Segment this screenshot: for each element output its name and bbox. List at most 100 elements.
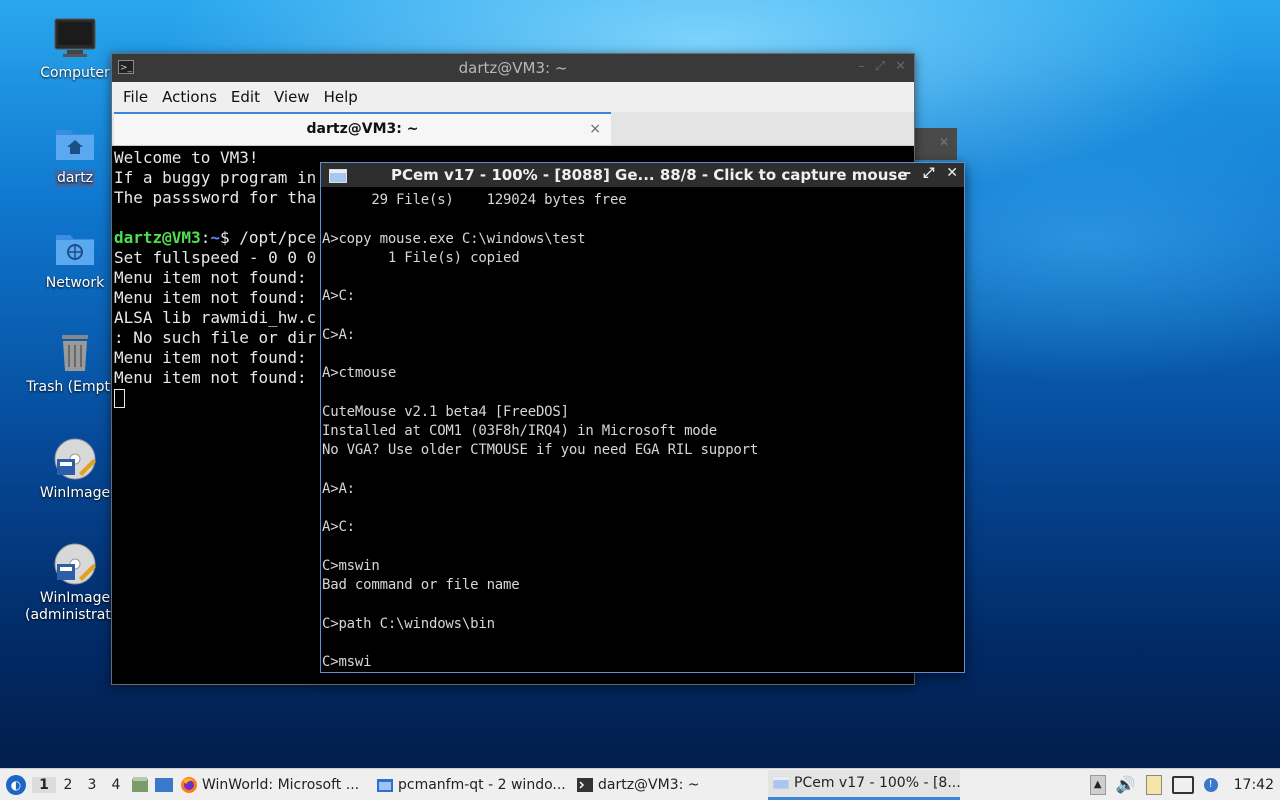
dos-line: C>mswi bbox=[322, 654, 372, 670]
tray-up-arrow-icon[interactable]: ▲ bbox=[1089, 774, 1106, 795]
dos-line bbox=[322, 538, 964, 557]
prompt-path: ~ bbox=[210, 228, 220, 247]
network-icon[interactable] bbox=[1171, 775, 1194, 794]
desktop-icon-winimage-admin[interactable]: WinImage (administrator) bbox=[25, 542, 131, 624]
task-label: PCem v17 - 100% - [8... bbox=[794, 775, 960, 791]
dos-line bbox=[322, 499, 964, 518]
minimize-button[interactable]: – bbox=[858, 59, 865, 74]
window-title: PCem v17 - 100% - [8088] Ge... 88/8 - Cl… bbox=[391, 166, 908, 184]
window-title: dartz@VM3: ~ bbox=[458, 59, 568, 77]
terminal-titlebar[interactable]: >_ dartz@VM3: ~ – ⤢ ✕ bbox=[112, 54, 914, 82]
desktop-icon-label: WinImage (administrator) bbox=[25, 590, 131, 623]
dos-line: A>ctmouse bbox=[322, 365, 397, 382]
dos-line: Installed at COM1 (03F8h/IRQ4) in Micros… bbox=[322, 423, 717, 439]
system-tray: ▲ 🔊 ! 17:42 bbox=[1089, 774, 1280, 795]
menu-actions[interactable]: Actions bbox=[155, 88, 224, 106]
desktop-icon-winimage[interactable]: WinImage bbox=[25, 437, 125, 502]
lubuntu-logo-icon: ◐ bbox=[6, 774, 26, 795]
dos-line bbox=[322, 634, 964, 653]
tab-terminal[interactable]: dartz@VM3: ~ × bbox=[114, 112, 611, 145]
task-label: pcmanfm-qt - 2 windo... bbox=[398, 776, 566, 793]
menu-view[interactable]: View bbox=[267, 88, 317, 106]
close-button[interactable]: ✕ bbox=[895, 59, 906, 74]
task-firefox[interactable]: WinWorld: Microsoft ... bbox=[176, 770, 372, 800]
quicklaunch-show-desktop[interactable] bbox=[152, 773, 176, 797]
show-desktop-icon bbox=[155, 777, 173, 792]
pcem-titlebar[interactable]: PCem v17 - 100% - [8088] Ge... 88/8 - Cl… bbox=[321, 163, 964, 187]
quicklaunch-file-manager[interactable] bbox=[128, 773, 152, 797]
text-cursor bbox=[114, 389, 125, 408]
maximize-button[interactable]: ⤢ bbox=[923, 165, 934, 181]
dos-line: A>C: bbox=[322, 519, 355, 536]
menu-edit[interactable]: Edit bbox=[224, 88, 267, 106]
terminal-icon bbox=[577, 777, 593, 792]
prompt-user: dartz@VM3 bbox=[114, 228, 201, 247]
emulator-screen[interactable]: 29 File(s) 129024 bytes free A>copy mouse… bbox=[321, 187, 964, 672]
task-pcem[interactable]: PCem v17 - 100% - [8... bbox=[768, 769, 960, 800]
clipboard-icon[interactable] bbox=[1145, 774, 1162, 795]
dos-line bbox=[322, 595, 964, 614]
desktop-icon-label: dartz bbox=[54, 170, 96, 187]
update-notifier-icon[interactable]: ! bbox=[1203, 777, 1218, 792]
task-pcmanfm[interactable]: pcmanfm-qt - 2 windo... bbox=[372, 770, 572, 800]
prompt-command: $ /opt/pce bbox=[219, 228, 317, 247]
desktop-icon-computer[interactable]: Computer bbox=[25, 17, 125, 82]
tab-label: dartz@VM3: ~ bbox=[306, 121, 419, 137]
desktop-switch-2[interactable]: 2 bbox=[56, 777, 80, 793]
pcem-icon bbox=[329, 169, 347, 183]
dos-line: C>mswin bbox=[322, 557, 380, 574]
desktop-switch-1[interactable]: 1 bbox=[32, 776, 56, 793]
tab-close-icon[interactable]: × bbox=[589, 114, 601, 144]
dos-line: 29 File(s) 129024 bytes free bbox=[322, 192, 627, 208]
firefox-icon bbox=[181, 776, 197, 793]
task-label: WinWorld: Microsoft ... bbox=[202, 776, 360, 793]
dos-line bbox=[322, 384, 964, 403]
task-terminal[interactable]: dartz@VM3: ~ bbox=[572, 770, 768, 800]
menu-file[interactable]: File bbox=[116, 88, 155, 106]
desktop-icon-network[interactable]: Network bbox=[25, 227, 125, 292]
dos-line bbox=[322, 307, 964, 326]
desktop-icon-home[interactable]: dartz bbox=[25, 122, 125, 187]
desktop-icon-trash[interactable]: Trash (Empty) bbox=[25, 331, 125, 396]
desktop-icon-label: Network bbox=[45, 275, 105, 291]
dos-line: A>copy mouse.exe C:\windows\test bbox=[322, 230, 586, 247]
dos-line: Bad command or file name bbox=[322, 577, 520, 593]
dos-line: CuteMouse v2.1 beta4 [FreeDOS] bbox=[322, 403, 569, 420]
close-icon[interactable]: ✕ bbox=[939, 135, 949, 149]
desktop-icon-label: Trash (Empty) bbox=[26, 379, 124, 395]
network-folder-icon bbox=[53, 227, 97, 271]
dos-line: A>A: bbox=[322, 480, 355, 497]
folder-icon bbox=[377, 778, 393, 792]
maximize-button[interactable]: ⤢ bbox=[875, 59, 885, 74]
file-manager-icon bbox=[132, 776, 148, 792]
dos-line: 1 File(s) copied bbox=[322, 249, 520, 266]
task-label: dartz@VM3: ~ bbox=[598, 776, 700, 793]
volume-icon[interactable]: 🔊 bbox=[1116, 775, 1136, 794]
trash-icon bbox=[53, 331, 97, 375]
menubar: File Actions Edit View Help bbox=[112, 82, 914, 112]
winimage-admin-icon bbox=[53, 542, 97, 586]
pcem-window[interactable]: PCem v17 - 100% - [8088] Ge... 88/8 - Cl… bbox=[320, 162, 965, 673]
dos-line bbox=[322, 345, 964, 364]
home-folder-icon bbox=[53, 122, 97, 166]
prompt-sep: : bbox=[200, 228, 211, 247]
pcem-icon bbox=[772, 776, 790, 790]
clock[interactable]: 17:42 bbox=[1234, 777, 1274, 793]
dos-line bbox=[322, 268, 964, 287]
minimize-button[interactable]: – bbox=[904, 165, 911, 181]
desktop-switch-4[interactable]: 4 bbox=[104, 777, 128, 793]
taskbar: ◐ 1 2 3 4 WinWorld: Microsoft ... pcmanf… bbox=[0, 768, 1280, 800]
desktop-icon-label: WinImage bbox=[39, 485, 111, 501]
computer-icon bbox=[53, 17, 97, 61]
menu-help[interactable]: Help bbox=[317, 88, 365, 106]
dos-line: A>C: bbox=[322, 288, 355, 305]
dos-line bbox=[322, 210, 964, 229]
start-menu-button[interactable]: ◐ bbox=[2, 771, 30, 799]
dos-line: C>A: bbox=[322, 326, 355, 343]
close-button[interactable]: ✕ bbox=[946, 165, 958, 181]
dos-line: No VGA? Use older CTMOUSE if you need EG… bbox=[322, 442, 759, 459]
winimage-icon bbox=[53, 437, 97, 481]
tab-bar: dartz@VM3: ~ × bbox=[112, 112, 914, 146]
dos-line: C>path C:\windows\bin bbox=[322, 615, 495, 632]
desktop-switch-3[interactable]: 3 bbox=[80, 777, 104, 793]
